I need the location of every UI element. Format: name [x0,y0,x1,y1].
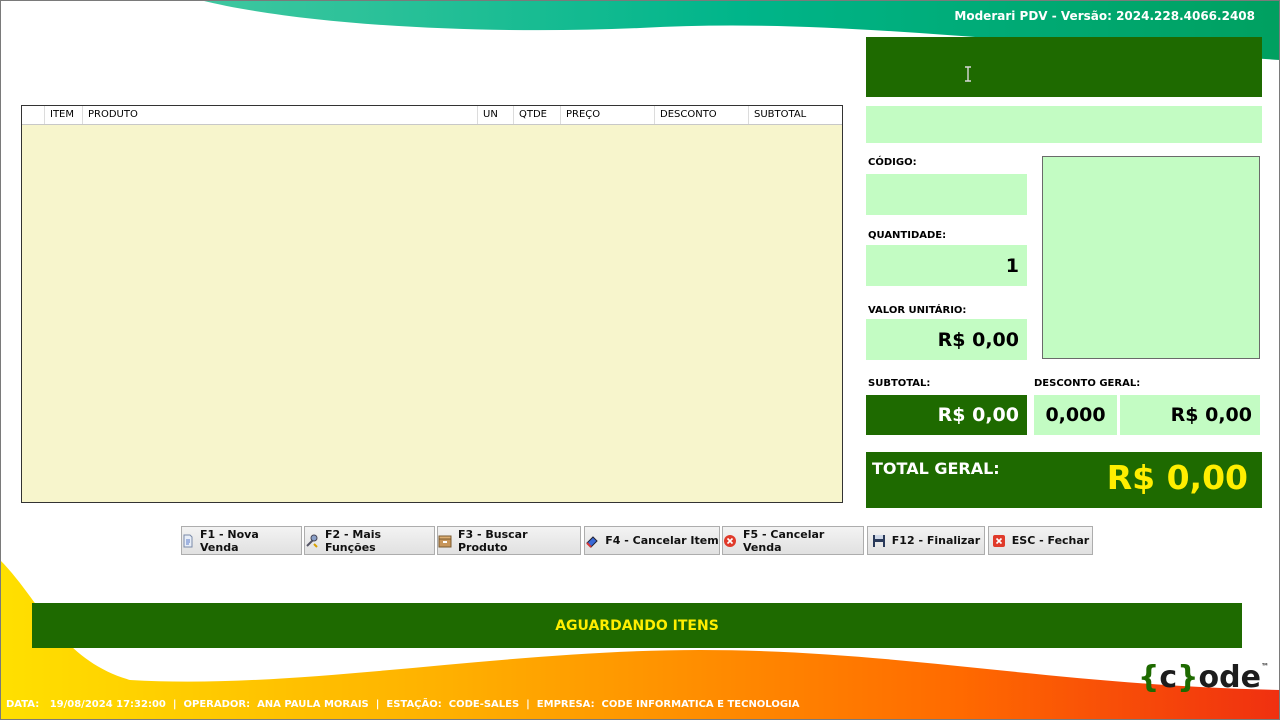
logo-tm: ™ [1260,662,1269,671]
cancelar-venda-button[interactable]: F5 - Cancelar Venda [722,526,864,555]
red-x-square-icon [992,534,1005,547]
grid-col-produto[interactable]: PRODUTO [83,106,478,124]
footer-operador-label: OPERADOR: [183,699,251,710]
red-x-circle-icon [724,534,736,547]
footer-sep-1: | [172,699,177,710]
valor-unitario-value: R$ 0,00 [937,328,1019,351]
cancelar-venda-label: F5 - Cancelar Venda [743,527,825,554]
box-icon [438,535,452,547]
fechar-button[interactable]: ESC - Fechar [988,526,1093,555]
valor-unitario-label: VALOR UNITÁRIO: [868,305,967,316]
desconto-valor-value: R$ 0,00 [1170,404,1252,426]
logo-brace-open: { [1138,660,1160,695]
cancelar-item-label: F4 - Cancelar Item [605,534,719,547]
quantidade-value: 1 [1005,254,1019,277]
items-grid[interactable]: ITEM PRODUTO UN QTDE PREÇO DESCONTO SUBT… [21,105,843,503]
quantidade-input[interactable]: 1 [866,245,1027,286]
footer-info: DATA: 19/08/2024 17:32:00 | OPERADOR: AN… [6,699,800,710]
footer-empresa-value: CODE INFORMATICA E TECNOLOGIA [601,699,800,710]
logo-c: c [1159,660,1178,695]
text-cursor-icon [965,66,971,82]
subtotal-display: R$ 0,00 [866,395,1027,435]
version-label: Moderari PDV - Versão: 2024.228.4066.240… [954,9,1255,23]
finalizar-button[interactable]: F12 - Finalizar [867,526,985,555]
finalizar-label: F12 - Finalizar [891,534,981,547]
document-icon [183,534,193,547]
desconto-geral-label: DESCONTO GERAL: [1034,378,1141,389]
tools-icon [306,534,318,548]
footer-data-value: 19/08/2024 17:32:00 [49,699,166,710]
buscar-produto-button[interactable]: F3 - Buscar Produto [437,526,581,555]
floppy-disk-icon [872,534,885,547]
footer-sep-3: | [526,699,530,710]
top-display[interactable] [866,37,1262,97]
grid-col-preco[interactable]: PREÇO [561,106,655,124]
mais-funcoes-label: F2 - Mais Funções [325,527,382,554]
code-logo: {c}ode™ [1138,660,1269,695]
desconto-valor-input[interactable]: R$ 0,00 [1120,395,1260,435]
footer-data-label: DATA: [6,699,40,710]
grid-col-desconto[interactable]: DESCONTO [655,106,749,124]
status-banner: AGUARDANDO ITENS [32,603,1242,648]
product-image-box [1042,156,1260,359]
footer-operador-value: ANA PAULA MORAIS [257,699,369,710]
eraser-icon [586,535,598,548]
nova-venda-button[interactable]: F1 - Nova Venda [181,526,302,555]
footer-sep-2: | [375,699,380,710]
total-geral-panel: TOTAL GERAL: R$ 0,00 [866,452,1262,508]
total-geral-value: R$ 0,00 [1106,458,1248,497]
grid-col-indicator[interactable] [22,106,45,124]
quantidade-label: QUANTIDADE: [868,230,947,241]
grid-col-un[interactable]: UN [478,106,514,124]
codigo-input[interactable] [866,174,1027,215]
product-description-display [866,106,1262,143]
logo-ode: ode [1198,660,1261,695]
grid-header: ITEM PRODUTO UN QTDE PREÇO DESCONTO SUBT… [22,106,842,125]
desconto-percent-input[interactable]: 0,000 [1034,395,1117,435]
mais-funcoes-button[interactable]: F2 - Mais Funções [304,526,435,555]
subtotal-value: R$ 0,00 [937,404,1019,426]
nova-venda-label: F1 - Nova Venda [200,527,259,554]
cancelar-item-button[interactable]: F4 - Cancelar Item [584,526,720,555]
footer-empresa-label: EMPRESA: [536,699,595,710]
footer-estacao-value: CODE-SALES [448,699,520,710]
status-message: AGUARDANDO ITENS [555,617,719,634]
footer-estacao-label: ESTAÇÃO: [386,699,442,710]
grid-col-subtotal[interactable]: SUBTOTAL [749,106,842,124]
valor-unitario-input[interactable]: R$ 0,00 [866,319,1027,360]
fechar-label: ESC - Fechar [1011,534,1090,547]
logo-brace-close: } [1177,660,1199,695]
buscar-produto-label: F3 - Buscar Produto [458,527,528,554]
grid-col-qtde[interactable]: QTDE [514,106,561,124]
codigo-label: CÓDIGO: [868,157,917,168]
grid-col-item[interactable]: ITEM [45,106,83,124]
total-geral-label: TOTAL GERAL: [872,459,1000,478]
desconto-percent-value: 0,000 [1045,404,1106,426]
subtotal-label: SUBTOTAL: [868,378,931,389]
